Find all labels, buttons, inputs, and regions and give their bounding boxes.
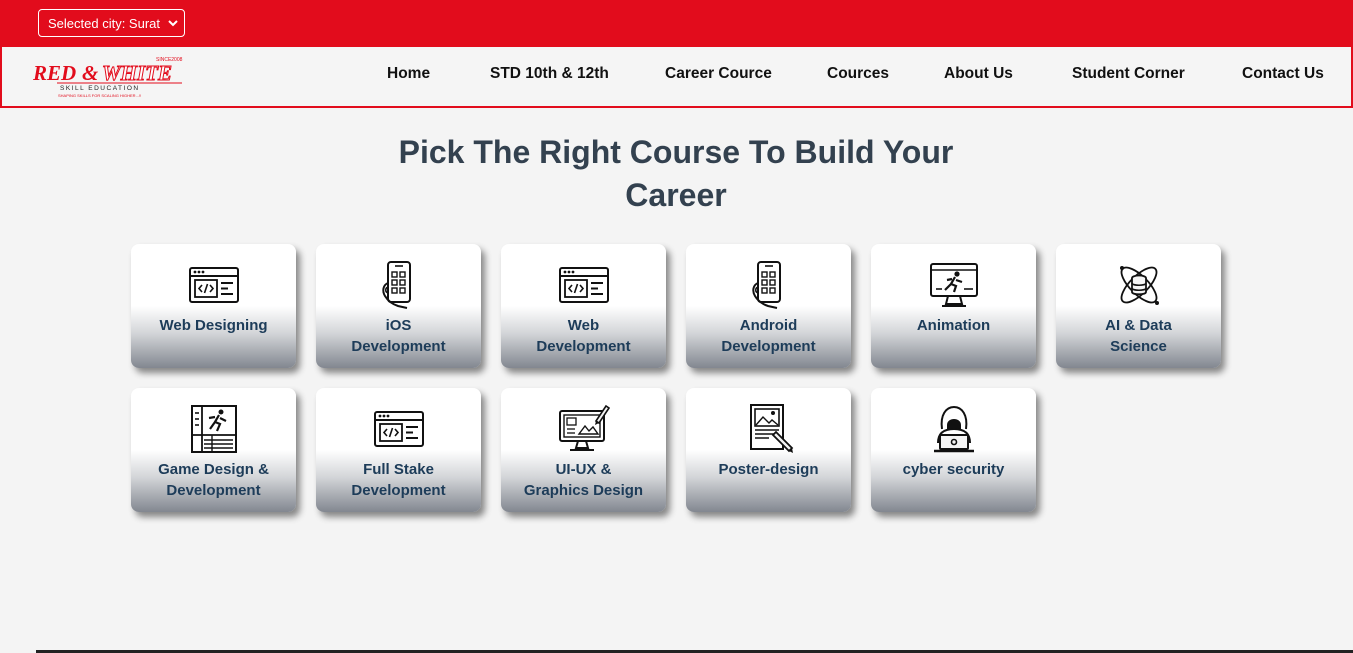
game-frame-icon	[188, 403, 240, 455]
logo-amp-text: &	[82, 61, 99, 85]
navbar: RED & WHITE SINCE2008 SKILL EDUCATION SH…	[0, 47, 1353, 108]
smartphone-app-icon	[743, 259, 795, 311]
course-card-ai-data-science[interactable]: AI & Data Science	[1056, 244, 1221, 368]
page-title-line2: Career	[625, 177, 727, 213]
course-card-web-designing[interactable]: Web Designing	[131, 244, 296, 368]
logo-subtitle: SKILL EDUCATION	[60, 85, 140, 92]
course-label: Full Stake Development	[351, 461, 446, 499]
course-label: Animation	[916, 317, 991, 334]
course-card-ios-development[interactable]: iOS Development	[316, 244, 481, 368]
code-window-icon	[558, 259, 610, 311]
city-select[interactable]: Selected city: Surat	[38, 9, 185, 37]
logo-tagline: SHAPING SKILLS FOR SCALING HIGHER...!!	[58, 93, 141, 98]
course-card-android-development[interactable]: Android Development	[686, 244, 851, 368]
code-window-icon	[188, 259, 240, 311]
nav-contact-us[interactable]: Contact Us	[1242, 65, 1324, 83]
nav-about-us[interactable]: About Us	[944, 65, 1013, 83]
course-card-full-stake-development[interactable]: Full Stake Development	[316, 388, 481, 512]
course-label: Web Development	[536, 317, 631, 355]
course-label: UI-UX & Graphics Design	[523, 461, 644, 499]
course-card-web-development[interactable]: Web Development	[501, 244, 666, 368]
nav-career-cource[interactable]: Career Cource	[665, 65, 772, 83]
page-title: Pick The Right Course To Build Your Care…	[376, 131, 976, 217]
poster-pen-icon	[743, 403, 795, 455]
course-label: Poster-design	[718, 461, 819, 478]
nav-cources[interactable]: Cources	[827, 65, 889, 83]
design-monitor-icon	[558, 403, 610, 455]
course-label: AI & Data Science	[1105, 317, 1172, 355]
smartphone-app-icon	[373, 259, 425, 311]
course-label: cyber security	[902, 461, 1005, 478]
course-card-cyber-security[interactable]: cyber security	[871, 388, 1036, 512]
city-select-label: Selected city: Surat	[48, 15, 160, 31]
logo-red-text: RED	[32, 61, 76, 85]
course-card-ui-ux-graphics[interactable]: UI-UX & Graphics Design	[501, 388, 666, 512]
red-and-white-logo[interactable]: RED & WHITE SINCE2008 SKILL EDUCATION SH…	[32, 55, 188, 101]
nav-std-10th-12th[interactable]: STD 10th & 12th	[490, 65, 609, 83]
data-atom-icon	[1113, 259, 1165, 311]
logo-since-text: SINCE2008	[156, 57, 183, 63]
course-card-animation[interactable]: Animation	[871, 244, 1036, 368]
top-bar: Selected city: Surat	[0, 0, 1353, 47]
course-card-poster-design[interactable]: Poster-design	[686, 388, 851, 512]
nav-home[interactable]: Home	[387, 65, 430, 83]
course-label: Web Designing	[159, 317, 268, 334]
page-title-line1: Pick The Right Course To Build Your	[398, 134, 954, 170]
nav-student-corner[interactable]: Student Corner	[1072, 65, 1185, 83]
animation-monitor-icon	[928, 259, 980, 311]
course-label: Android Development	[721, 317, 816, 355]
logo-white-text: WHITE	[102, 61, 172, 85]
course-label: Game Design & Development	[158, 461, 269, 499]
code-window-icon	[373, 403, 425, 455]
hacker-laptop-icon	[928, 403, 980, 455]
chevron-down-icon	[168, 20, 178, 27]
course-label: iOS Development	[351, 317, 446, 355]
course-card-game-design[interactable]: Game Design & Development	[131, 388, 296, 512]
